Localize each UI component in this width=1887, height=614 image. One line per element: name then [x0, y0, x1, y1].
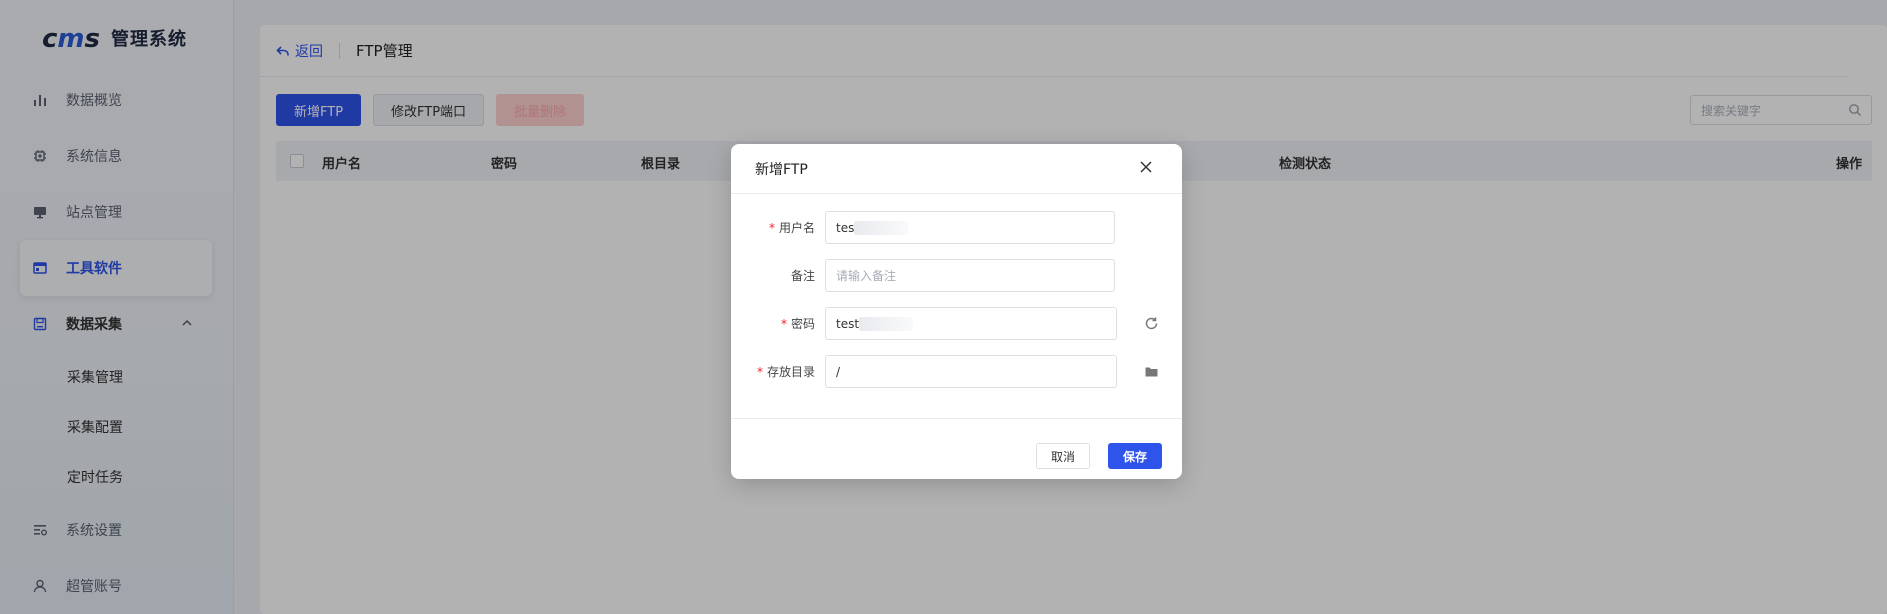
directory-value: /	[836, 364, 841, 379]
refresh-icon[interactable]	[1144, 316, 1159, 331]
form-row-remark: 备注 请输入备注	[731, 259, 1182, 292]
directory-field[interactable]: /	[825, 355, 1117, 388]
username-field[interactable]: tes	[825, 211, 1115, 244]
redaction-mask	[854, 220, 909, 235]
directory-label: * 存放目录	[756, 365, 815, 379]
username-value: tes	[836, 220, 855, 235]
form-row-username: * 用户名 tes	[731, 211, 1182, 244]
close-button[interactable]	[1134, 157, 1158, 181]
folder-icon[interactable]	[1144, 364, 1159, 379]
remark-field[interactable]: 请输入备注	[825, 259, 1115, 292]
password-value: test	[836, 316, 860, 331]
add-ftp-dialog: 新增FTP * 用户名 tes 备注 请输入备注 * 密码 test * 存放目录 /	[731, 144, 1182, 479]
redaction-mask	[859, 316, 914, 331]
cancel-button[interactable]: 取消	[1036, 443, 1091, 469]
save-button[interactable]: 保存	[1108, 443, 1163, 469]
dialog-title: 新增FTP	[755, 161, 808, 178]
form-row-password: * 密码 test	[731, 307, 1182, 340]
dialog-header: 新增FTP	[731, 144, 1182, 194]
close-icon	[1139, 160, 1153, 178]
remark-placeholder: 请输入备注	[836, 269, 897, 283]
password-label: * 密码	[780, 317, 815, 331]
password-field[interactable]: test	[825, 307, 1117, 340]
username-label: * 用户名	[768, 221, 815, 235]
remark-label: 备注	[790, 269, 815, 283]
form-row-directory: * 存放目录 /	[731, 355, 1182, 388]
dialog-footer: 取消 保存	[731, 418, 1182, 479]
